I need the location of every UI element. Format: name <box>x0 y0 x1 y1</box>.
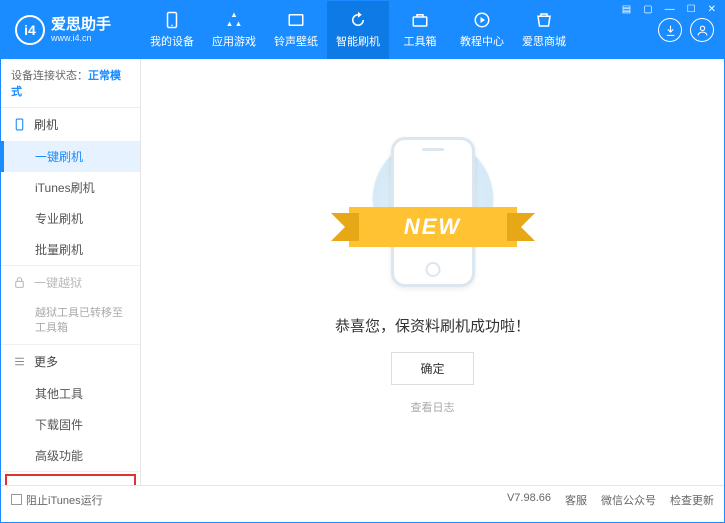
sidebar-head-more[interactable]: 更多 <box>1 345 140 378</box>
app-subtitle: www.i4.cn <box>51 33 111 43</box>
window-controls: ▤ ▢ ― ☐ ✕ <box>619 4 719 15</box>
tutorial-icon <box>473 11 491 29</box>
sidebar-jailbreak-note: 越狱工具已转移至 工具箱 <box>1 299 140 344</box>
nav-my-device[interactable]: 我的设备 <box>141 1 203 59</box>
logo-icon: i4 <box>15 15 45 45</box>
success-message: 恭喜您，保资料刷机成功啦！ <box>335 315 530 336</box>
sidebar-head-flash[interactable]: 刷机 <box>1 108 140 141</box>
refresh-icon <box>349 11 367 29</box>
sidebar-item-oneclick-flash[interactable]: 一键刷机 <box>1 141 140 172</box>
nav-tutorials[interactable]: 教程中心 <box>451 1 513 59</box>
menu-icon[interactable]: ▤ <box>619 4 634 15</box>
sidebar-item-other-tools[interactable]: 其他工具 <box>1 378 140 409</box>
download-button[interactable] <box>658 18 682 42</box>
toolbox-icon <box>411 11 429 29</box>
user-button[interactable] <box>690 18 714 42</box>
confirm-button[interactable]: 确定 <box>391 352 473 385</box>
footer-service[interactable]: 客服 <box>565 492 587 508</box>
app-title: 爱思助手 <box>51 17 111 34</box>
sidebar-item-pro-flash[interactable]: 专业刷机 <box>1 203 140 234</box>
sidebar-item-download-firmware[interactable]: 下载固件 <box>1 409 140 440</box>
version-label: V7.98.66 <box>507 492 551 508</box>
apps-icon <box>225 11 243 29</box>
minimize-icon[interactable]: ― <box>662 4 678 15</box>
nav-store[interactable]: 爱思商城 <box>513 1 575 59</box>
checkbox-icon <box>11 494 22 505</box>
lock-icon <box>13 276 26 289</box>
wallpaper-icon <box>287 11 305 29</box>
skin-icon[interactable]: ▢ <box>640 4 655 15</box>
view-log-link[interactable]: 查看日志 <box>411 399 455 415</box>
nav-flash[interactable]: 智能刷机 <box>327 1 389 59</box>
checkbox-skip-guide[interactable]: ✓ 跳过向导 <box>76 484 125 485</box>
sidebar-head-jailbreak[interactable]: 一键越狱 <box>1 266 140 299</box>
phone-icon <box>13 118 26 131</box>
header-actions <box>658 18 724 42</box>
logo-area: i4 爱思助手 www.i4.cn <box>1 15 141 45</box>
nav-toolbox[interactable]: 工具箱 <box>389 1 451 59</box>
phone-icon <box>163 11 181 29</box>
close-icon[interactable]: ✕ <box>705 4 719 15</box>
list-icon <box>13 355 26 368</box>
user-icon <box>696 24 709 37</box>
nav-ringtone[interactable]: 铃声壁纸 <box>265 1 327 59</box>
checkbox-auto-activate[interactable]: ✓ 自动激活 <box>17 484 66 485</box>
sidebar-item-batch-flash[interactable]: 批量刷机 <box>1 234 140 265</box>
app-header: i4 爱思助手 www.i4.cn 我的设备 应用游戏 铃声壁纸 智能刷机 工具… <box>1 1 724 59</box>
nav-apps[interactable]: 应用游戏 <box>203 1 265 59</box>
footer-update[interactable]: 检查更新 <box>670 492 714 508</box>
footer-wechat[interactable]: 微信公众号 <box>601 492 656 508</box>
success-illustration: NEW <box>363 129 503 299</box>
connection-status: 设备连接状态：正常模式 <box>1 59 140 108</box>
footer: 阻止iTunes运行 V7.98.66 客服 微信公众号 检查更新 <box>1 485 724 513</box>
main-content: NEW 恭喜您，保资料刷机成功啦！ 确定 查看日志 <box>141 59 724 485</box>
download-icon <box>664 24 677 37</box>
sidebar: 设备连接状态：正常模式 刷机 一键刷机 iTunes刷机 专业刷机 批量刷机 一… <box>1 59 141 485</box>
sidebar-item-itunes-flash[interactable]: iTunes刷机 <box>1 172 140 203</box>
sidebar-item-advanced[interactable]: 高级功能 <box>1 440 140 471</box>
highlighted-options: ✓ 自动激活 ✓ 跳过向导 <box>5 474 136 485</box>
store-icon <box>535 11 553 29</box>
checkbox-block-itunes[interactable]: 阻止iTunes运行 <box>11 492 103 508</box>
maximize-icon[interactable]: ☐ <box>684 4 699 15</box>
main-nav: 我的设备 应用游戏 铃声壁纸 智能刷机 工具箱 教程中心 爱思商城 <box>141 1 658 59</box>
ribbon-new: NEW <box>349 207 517 247</box>
